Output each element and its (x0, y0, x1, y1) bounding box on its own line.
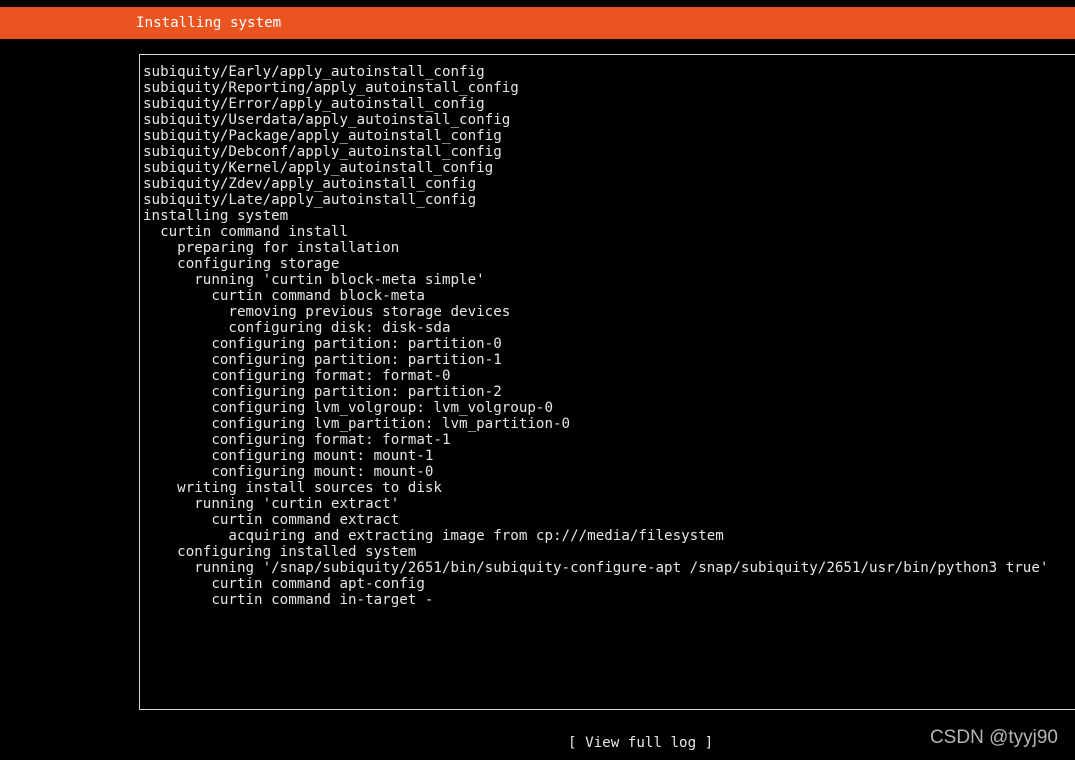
log-line: writing install sources to disk (143, 480, 442, 496)
watermark: CSDN @tyyj90 (929, 727, 1058, 748)
log-line: preparing for installation (143, 240, 400, 256)
log-line: configuring lvm_volgroup: lvm_volgroup-0 (143, 400, 553, 416)
log-line: subiquity/Late/apply_autoinstall_config (143, 192, 477, 208)
log-line: configuring partition: partition-0 (143, 336, 502, 352)
log-line: configuring format: format-1 (143, 432, 451, 448)
log-line: installing system (143, 208, 289, 224)
log-line: configuring partition: partition-1 (143, 352, 502, 368)
log-line: curtin command in-target - (143, 592, 434, 608)
log-lines: subiquity/Early/apply_autoinstall_config… (143, 64, 1048, 608)
log-line: configuring lvm_partition: lvm_partition… (143, 416, 571, 432)
log-line: removing previous storage devices (143, 304, 511, 320)
log-line: running 'curtin extract' (143, 496, 400, 512)
log-line: curtin command install (143, 224, 348, 240)
log-line: curtin command block-meta (143, 288, 425, 304)
log-line: subiquity/Zdev/apply_autoinstall_config (143, 176, 477, 192)
log-line: subiquity/Kernel/apply_autoinstall_confi… (143, 160, 494, 176)
log-line: configuring installed system (143, 544, 417, 560)
log-line: running '/snap/subiquity/2651/bin/subiqu… (143, 560, 1049, 576)
log-line: configuring storage (143, 256, 340, 272)
log-line: acquiring and extracting image from cp:/… (143, 528, 724, 544)
log-line: curtin command apt-config (143, 576, 425, 592)
header-bar: Installing system (0, 7, 1075, 39)
log-line: subiquity/Debconf/apply_autoinstall_conf… (143, 144, 502, 160)
log-line: curtin command extract (143, 512, 400, 528)
install-log-box[interactable]: subiquity/Early/apply_autoinstall_config… (139, 54, 1075, 710)
view-full-log-button[interactable]: [ View full log ] (568, 735, 713, 751)
page-title: Installing system (136, 15, 282, 31)
log-line: subiquity/Error/apply_autoinstall_config (143, 96, 485, 112)
log-line: subiquity/Early/apply_autoinstall_config (143, 64, 485, 80)
log-line: configuring mount: mount-0 (143, 464, 434, 480)
log-line: configuring mount: mount-1 (143, 448, 434, 464)
log-line: subiquity/Reporting/apply_autoinstall_co… (143, 80, 519, 96)
log-line: subiquity/Package/apply_autoinstall_conf… (143, 128, 502, 144)
log-line: configuring format: format-0 (143, 368, 451, 384)
log-line: subiquity/Userdata/apply_autoinstall_con… (143, 112, 511, 128)
log-line: configuring partition: partition-2 (143, 384, 502, 400)
log-line: running 'curtin block-meta simple' (143, 272, 485, 288)
top-strip (0, 0, 1075, 7)
log-line: configuring disk: disk-sda (143, 320, 451, 336)
